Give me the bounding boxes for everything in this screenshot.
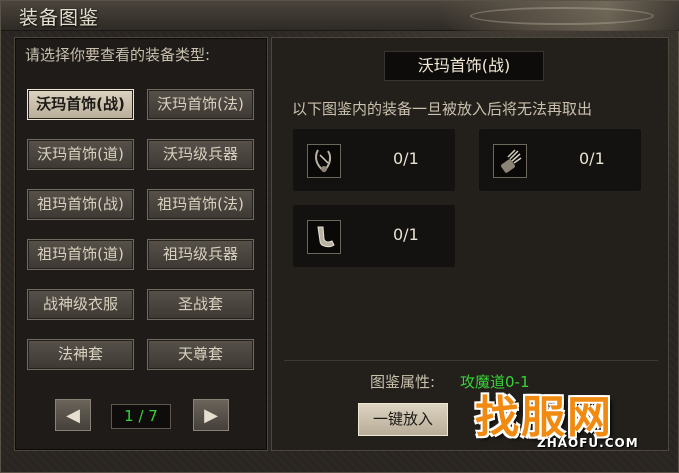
- window-title: 装备图鉴: [19, 7, 100, 29]
- no-retrieval-notice: 以下图鉴内的装备一旦被放入后将无法再取出: [292, 100, 593, 118]
- type-button-woma-mage[interactable]: 沃玛首饰(法): [147, 89, 254, 120]
- type-button-woma-warrior[interactable]: 沃玛首饰(战): [27, 89, 134, 120]
- type-button-zuma-weapon[interactable]: 祖玛级兵器: [147, 239, 254, 270]
- type-button-mage-god-set[interactable]: 法神套: [27, 339, 134, 370]
- type-button-zuma-taoist[interactable]: 祖玛首饰(道): [27, 239, 134, 270]
- equipment-type-panel: 请选择你要查看的装备类型: 沃玛首饰(战) 沃玛首饰(法) 沃玛首饰(道) 沃玛…: [14, 37, 268, 451]
- type-button-war-god-armor[interactable]: 战神级衣服: [27, 289, 134, 320]
- ring-icon: [307, 220, 341, 254]
- type-select-prompt: 请选择你要查看的装备类型:: [25, 46, 211, 64]
- necklace-icon: [307, 144, 341, 178]
- codex-attribute-label: 图鉴属性:: [370, 373, 436, 391]
- type-button-woma-taoist[interactable]: 沃玛首饰(道): [27, 139, 134, 170]
- slot-count: 0/1: [393, 149, 419, 168]
- equipment-slot-bracelet[interactable]: 0/1: [478, 128, 642, 192]
- slot-count: 0/1: [393, 225, 419, 244]
- divider: [284, 360, 658, 361]
- one-click-insert-button[interactable]: 一键放入: [358, 403, 448, 436]
- left-arrow-icon: ◀: [66, 405, 80, 426]
- equipment-slot-necklace[interactable]: 0/1: [292, 128, 456, 192]
- watermark-url: ZHAOFU.COM: [537, 436, 639, 450]
- title-bar[interactable]: 装备图鉴: [1, 1, 679, 31]
- watermark-logo: 找服网 ZHAOFU.COM: [475, 381, 671, 461]
- type-button-holy-war-set[interactable]: 圣战套: [147, 289, 254, 320]
- prev-page-button[interactable]: ◀: [55, 399, 91, 431]
- bracelet-icon: [493, 144, 527, 178]
- type-button-woma-weapon[interactable]: 沃玛级兵器: [147, 139, 254, 170]
- type-button-heaven-lord-set[interactable]: 天尊套: [147, 339, 254, 370]
- type-button-zuma-mage[interactable]: 祖玛首饰(法): [147, 189, 254, 220]
- type-button-zuma-warrior[interactable]: 祖玛首饰(战): [27, 189, 134, 220]
- equipment-codex-window: 装备图鉴 请选择你要查看的装备类型: 沃玛首饰(战) 沃玛首饰(法) 沃玛首饰(…: [0, 0, 679, 473]
- dragon-ornament: [440, 1, 679, 31]
- set-title: 沃玛首饰(战): [384, 51, 544, 81]
- right-arrow-icon: ▶: [204, 405, 218, 426]
- slot-count: 0/1: [579, 149, 605, 168]
- next-page-button[interactable]: ▶: [193, 399, 229, 431]
- equipment-slot-ring[interactable]: 0/1: [292, 204, 456, 268]
- page-indicator: 1 / 7: [111, 404, 171, 429]
